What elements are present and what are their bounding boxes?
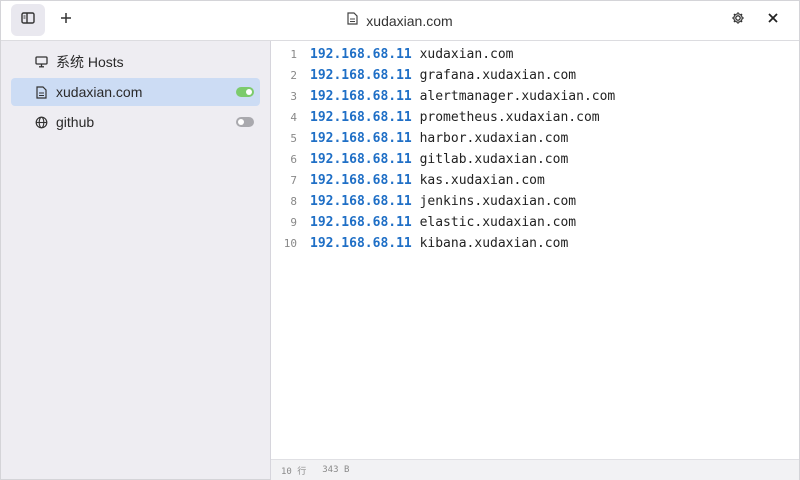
code-line: 4 192.168.68.11 prometheus.xudaxian.com xyxy=(271,107,799,128)
top-bar: xudaxian.com xyxy=(1,1,799,41)
code-text[interactable]: 192.168.68.11 alertmanager.xudaxian.com xyxy=(310,89,615,104)
hostname: jenkins.xudaxian.com xyxy=(419,194,577,209)
line-count: 10 行 xyxy=(281,466,307,477)
page-title: xudaxian.com xyxy=(366,12,453,29)
file-icon xyxy=(347,11,358,30)
line-number: 10 xyxy=(283,237,297,250)
code-text[interactable]: 192.168.68.11 jenkins.xudaxian.com xyxy=(310,194,576,209)
enable-toggle-on[interactable] xyxy=(236,87,254,97)
sidebar-toggle-icon xyxy=(21,11,35,29)
code-line: 5 192.168.68.11 harbor.xudaxian.com xyxy=(271,128,799,149)
close-button[interactable] xyxy=(756,4,790,36)
globe-icon xyxy=(34,115,48,129)
line-number: 9 xyxy=(290,216,297,229)
ip-address: 192.168.68.11 xyxy=(310,194,412,209)
ip-address: 192.168.68.11 xyxy=(310,89,412,104)
ip-address: 192.168.68.11 xyxy=(310,47,412,62)
line-number: 7 xyxy=(290,174,297,187)
line-number: 1 xyxy=(290,48,297,61)
ip-address: 192.168.68.11 xyxy=(310,152,412,167)
code-text[interactable]: 192.168.68.11 gitlab.xudaxian.com xyxy=(310,152,568,167)
sidebar-item-system-hosts[interactable]: 系统 Hosts xyxy=(11,48,260,76)
code-line: 8 192.168.68.11 jenkins.xudaxian.com xyxy=(271,191,799,212)
ip-address: 192.168.68.11 xyxy=(310,173,412,188)
gear-icon xyxy=(731,11,745,30)
code-line: 3 192.168.68.11 alertmanager.xudaxian.com xyxy=(271,86,799,107)
file-icon xyxy=(34,85,48,99)
window-title: xudaxian.com xyxy=(1,1,799,40)
app-window: xudaxian.com 系统 Hosts xudaxian.com githu… xyxy=(0,0,800,480)
code-line: 2 192.168.68.11 grafana.xudaxian.com xyxy=(271,65,799,86)
code-text[interactable]: 192.168.68.11 elastic.xudaxian.com xyxy=(310,215,576,230)
ip-address: 192.168.68.11 xyxy=(310,68,412,83)
sidebar-item-xudaxian[interactable]: xudaxian.com xyxy=(11,78,260,106)
ip-address: 192.168.68.11 xyxy=(310,110,412,125)
hostname: elastic.xudaxian.com xyxy=(419,215,577,230)
hostname: harbor.xudaxian.com xyxy=(419,131,569,146)
code-line: 6 192.168.68.11 gitlab.xudaxian.com xyxy=(271,149,799,170)
settings-button[interactable] xyxy=(721,4,755,36)
plus-icon xyxy=(60,11,72,29)
sidebar: 系统 Hosts xudaxian.com github xyxy=(1,41,271,479)
code-text[interactable]: 192.168.68.11 xudaxian.com xyxy=(310,47,514,62)
monitor-icon xyxy=(34,55,48,69)
code-line: 7 192.168.68.11 kas.xudaxian.com xyxy=(271,170,799,191)
hostname: xudaxian.com xyxy=(419,47,514,62)
line-number: 2 xyxy=(290,69,297,82)
file-size: 343 B xyxy=(322,465,350,475)
code-line: 1 192.168.68.11 xudaxian.com xyxy=(271,44,799,65)
ip-address: 192.168.68.11 xyxy=(310,215,412,230)
sidebar-item-label: xudaxian.com xyxy=(56,84,143,100)
enable-toggle-off[interactable] xyxy=(236,117,254,127)
sidebar-item-label: 系统 Hosts xyxy=(56,54,124,70)
sidebar-item-github[interactable]: github xyxy=(11,108,260,136)
line-number: 6 xyxy=(290,153,297,166)
code-text[interactable]: 192.168.68.11 grafana.xudaxian.com xyxy=(310,68,576,83)
code-line: 9 192.168.68.11 elastic.xudaxian.com xyxy=(271,212,799,233)
sidebar-item-label: github xyxy=(56,114,95,130)
close-icon xyxy=(767,11,779,29)
code-text[interactable]: 192.168.68.11 kas.xudaxian.com xyxy=(310,173,545,188)
add-button[interactable] xyxy=(49,4,83,36)
code-line: 10 192.168.68.11 kibana.xudaxian.com xyxy=(271,233,799,254)
code-text[interactable]: 192.168.68.11 harbor.xudaxian.com xyxy=(310,131,568,146)
line-number: 4 xyxy=(290,111,297,124)
sidebar-toggle-button[interactable] xyxy=(11,4,45,36)
line-number: 3 xyxy=(290,90,297,103)
hostname: prometheus.xudaxian.com xyxy=(419,110,600,125)
code-text[interactable]: 192.168.68.11 prometheus.xudaxian.com xyxy=(310,110,600,125)
hostname: grafana.xudaxian.com xyxy=(419,68,577,83)
code-text[interactable]: 192.168.68.11 kibana.xudaxian.com xyxy=(310,236,568,251)
ip-address: 192.168.68.11 xyxy=(310,236,412,251)
hosts-editor[interactable]: 1 192.168.68.11 xudaxian.com 2 192.168.68.… xyxy=(271,41,799,459)
line-number: 5 xyxy=(290,132,297,145)
ip-address: 192.168.68.11 xyxy=(310,131,412,146)
status-bar: 10 行 343 B xyxy=(271,459,799,480)
line-number: 8 xyxy=(290,195,297,208)
hostname: kibana.xudaxian.com xyxy=(419,236,569,251)
hostname: kas.xudaxian.com xyxy=(419,173,545,188)
hostname: gitlab.xudaxian.com xyxy=(419,152,569,167)
hostname: alertmanager.xudaxian.com xyxy=(419,89,616,104)
